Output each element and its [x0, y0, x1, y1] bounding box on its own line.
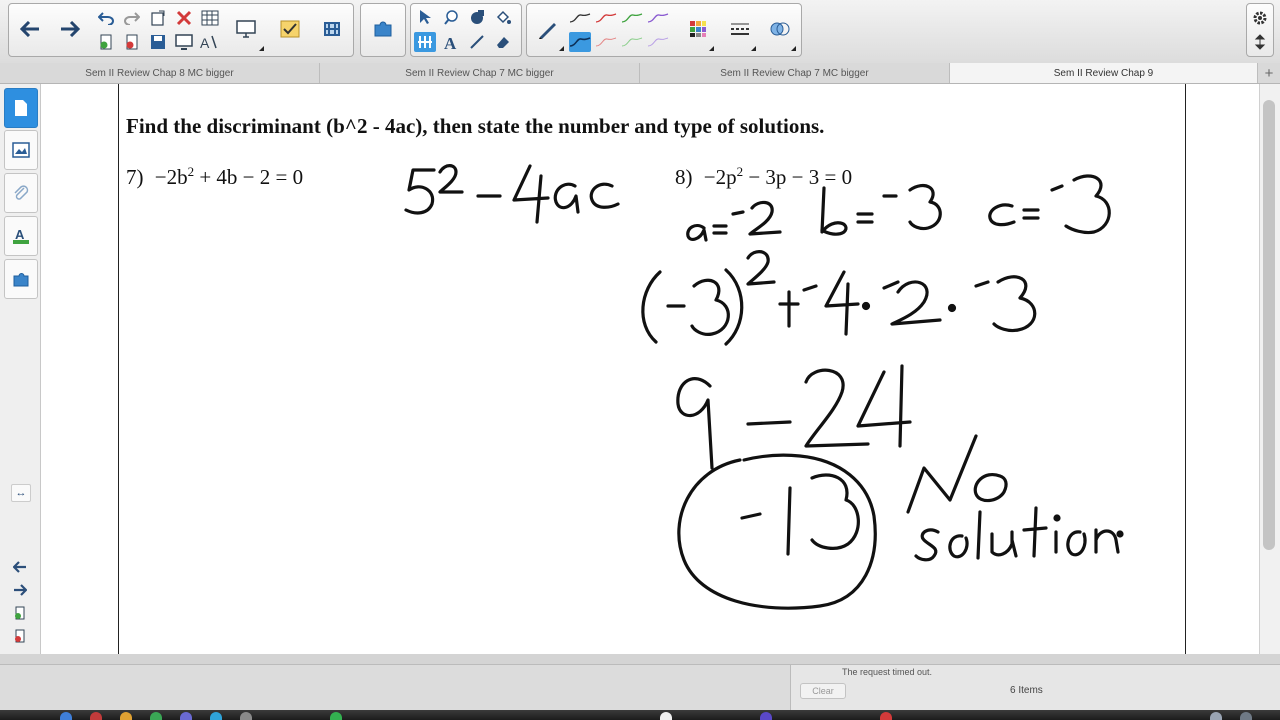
- download-status-text: The request timed out.: [842, 667, 933, 677]
- app-icon[interactable]: [150, 712, 162, 720]
- finder-icon[interactable]: [60, 712, 72, 720]
- app-icon[interactable]: [1210, 712, 1222, 720]
- macos-dock: [0, 710, 1280, 720]
- download-items-count: 6 Items: [1010, 685, 1043, 696]
- app-icon[interactable]: [210, 712, 222, 720]
- app-icon[interactable]: [660, 712, 672, 720]
- app-icon[interactable]: [90, 712, 102, 720]
- app-icon[interactable]: [180, 712, 192, 720]
- app-icon[interactable]: [240, 712, 252, 720]
- scrollbar-thumb[interactable]: [1263, 100, 1275, 550]
- clear-downloads-button[interactable]: Clear: [800, 683, 846, 699]
- messages-icon[interactable]: [330, 712, 342, 720]
- handwritten-annotations: [404, 164, 1124, 610]
- ink-circled-negative-thirteen: [677, 453, 877, 610]
- ink-substitution: [641, 250, 1037, 346]
- background-window-left: [0, 664, 790, 711]
- ink-no-solution: [906, 434, 1124, 562]
- ink-nine-minus-twentyfour: [676, 364, 912, 470]
- ink-b-squared-minus-4ac: [404, 164, 620, 224]
- trash-icon[interactable]: [1240, 712, 1252, 720]
- app-icon[interactable]: [880, 712, 892, 720]
- app-icon[interactable]: [120, 712, 132, 720]
- ink-coefficients: [686, 174, 1111, 242]
- app-icon[interactable]: [760, 712, 772, 720]
